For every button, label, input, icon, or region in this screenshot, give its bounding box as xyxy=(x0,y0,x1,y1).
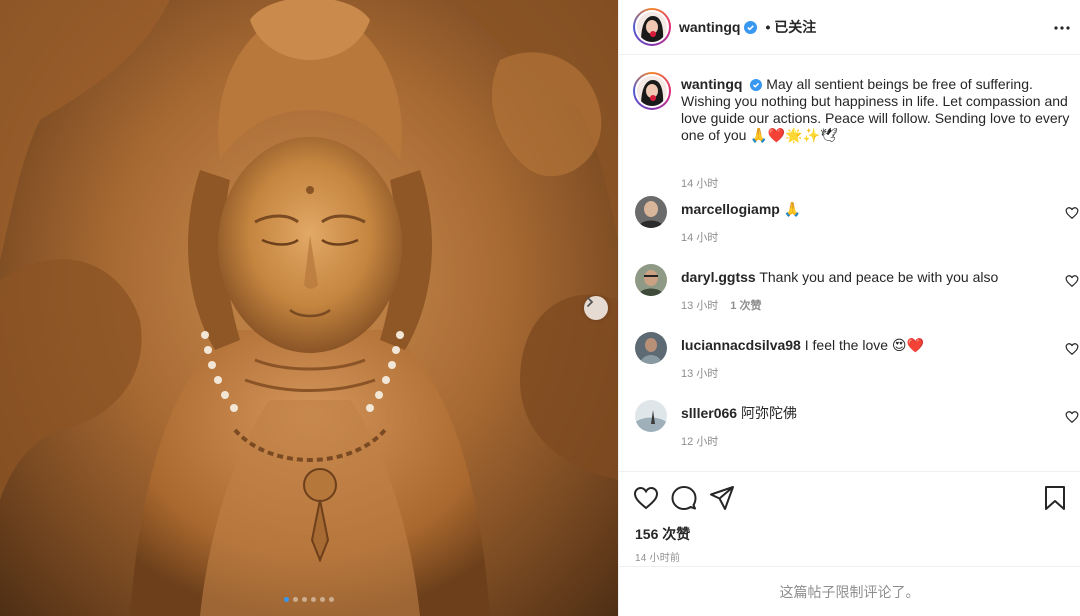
carousel-indicator xyxy=(284,597,334,602)
commenter-avatar-image xyxy=(635,400,667,432)
commenter-avatar[interactable] xyxy=(635,400,667,432)
heart-icon[interactable] xyxy=(1065,342,1079,356)
buddha-statue-illustration xyxy=(0,0,618,616)
carousel-dot xyxy=(329,597,334,602)
author-username[interactable]: wantingq xyxy=(679,19,740,35)
post-image[interactable] xyxy=(0,0,618,616)
carousel-dot xyxy=(293,597,298,602)
comment-timestamp[interactable]: 14 小时 xyxy=(681,232,718,244)
caption-username[interactable]: wantingq xyxy=(681,76,742,92)
comment-text: daryl.ggtss Thank you and peace be with … xyxy=(681,268,998,286)
comment-body: I feel the love 😍❤️ xyxy=(804,337,924,353)
heart-icon[interactable] xyxy=(1065,274,1079,288)
commenter-avatar[interactable] xyxy=(635,196,667,228)
comment-icon[interactable] xyxy=(671,485,697,511)
comment-meta: 13 小时 xyxy=(681,365,718,381)
author-avatar-image xyxy=(637,12,667,42)
comment-meta: 14 小时 xyxy=(681,229,718,245)
carousel-dot xyxy=(284,597,289,602)
commenter-avatar[interactable] xyxy=(635,332,667,364)
comment-timestamp[interactable]: 12 小时 xyxy=(681,436,718,448)
commenter-avatar-image xyxy=(635,264,667,296)
post-header: wantingq • 已关注 xyxy=(619,0,1080,55)
comment-timestamp[interactable]: 13 小时 xyxy=(681,368,718,380)
more-options-icon xyxy=(1054,26,1070,30)
carousel-next-button[interactable] xyxy=(584,296,608,320)
comment-body: Thank you and peace be with you also xyxy=(759,269,999,285)
more-options-button[interactable] xyxy=(1052,18,1072,38)
heart-icon[interactable] xyxy=(1065,410,1079,424)
comment-text: luciannacdsilva98 I feel the love 😍❤️ xyxy=(681,336,924,354)
commenter-avatar[interactable] xyxy=(635,264,667,296)
comment-like-count[interactable]: 1 次赞 xyxy=(730,300,761,312)
caption-timestamp[interactable]: 14 小时 xyxy=(681,175,718,191)
commenter-avatar-image xyxy=(635,196,667,228)
caption-avatar-image xyxy=(637,76,667,106)
carousel-dot xyxy=(311,597,316,602)
carousel-dot xyxy=(320,597,325,602)
verified-badge-icon xyxy=(744,20,758,34)
bookmark-icon[interactable] xyxy=(1042,485,1068,511)
next-arrow-icon xyxy=(587,297,594,307)
carousel-dot xyxy=(302,597,307,602)
follow-status[interactable]: • 已关注 xyxy=(765,17,816,37)
comment-meta: 13 小时 1 次赞 xyxy=(681,297,761,313)
like-count[interactable]: 156 次赞 xyxy=(635,524,690,544)
caption-text: wantingq May all sentient beings be free… xyxy=(681,76,1079,144)
action-bar xyxy=(633,485,1066,511)
commenter-username[interactable]: slller066 xyxy=(681,405,737,421)
post-detail-panel: wantingq • 已关注 wantingq May all sentient… xyxy=(618,0,1080,616)
follow-status-label: 已关注 xyxy=(774,19,817,35)
heart-icon[interactable] xyxy=(1065,206,1079,220)
verified-badge-icon xyxy=(750,79,763,92)
comment-body: 🙏 xyxy=(783,201,802,217)
post-actions: 156 次赞 14 小时前 xyxy=(619,471,1080,564)
commenter-avatar-image xyxy=(635,332,667,364)
comment-meta: 12 小时 xyxy=(681,433,718,449)
comment-text: marcellogiamp 🙏 xyxy=(681,200,801,218)
comments-section[interactable]: wantingq May all sentient beings be free… xyxy=(619,56,1080,470)
heart-icon[interactable] xyxy=(633,485,659,511)
commenter-username[interactable]: daryl.ggtss xyxy=(681,269,756,285)
post-timestamp[interactable]: 14 小时前 xyxy=(635,549,680,564)
comment-body: 阿弥陀佛 xyxy=(740,405,797,421)
author-avatar[interactable] xyxy=(633,8,671,46)
comments-restricted-notice: 这篇帖子限制评论了。 xyxy=(619,566,1080,616)
caption-author-avatar[interactable] xyxy=(633,72,671,110)
comment-text: slller066 阿弥陀佛 xyxy=(681,404,797,422)
share-icon[interactable] xyxy=(709,485,735,511)
commenter-username[interactable]: luciannacdsilva98 xyxy=(681,337,801,353)
commenter-username[interactable]: marcellogiamp xyxy=(681,201,780,217)
comment-timestamp[interactable]: 13 小时 xyxy=(681,300,718,312)
